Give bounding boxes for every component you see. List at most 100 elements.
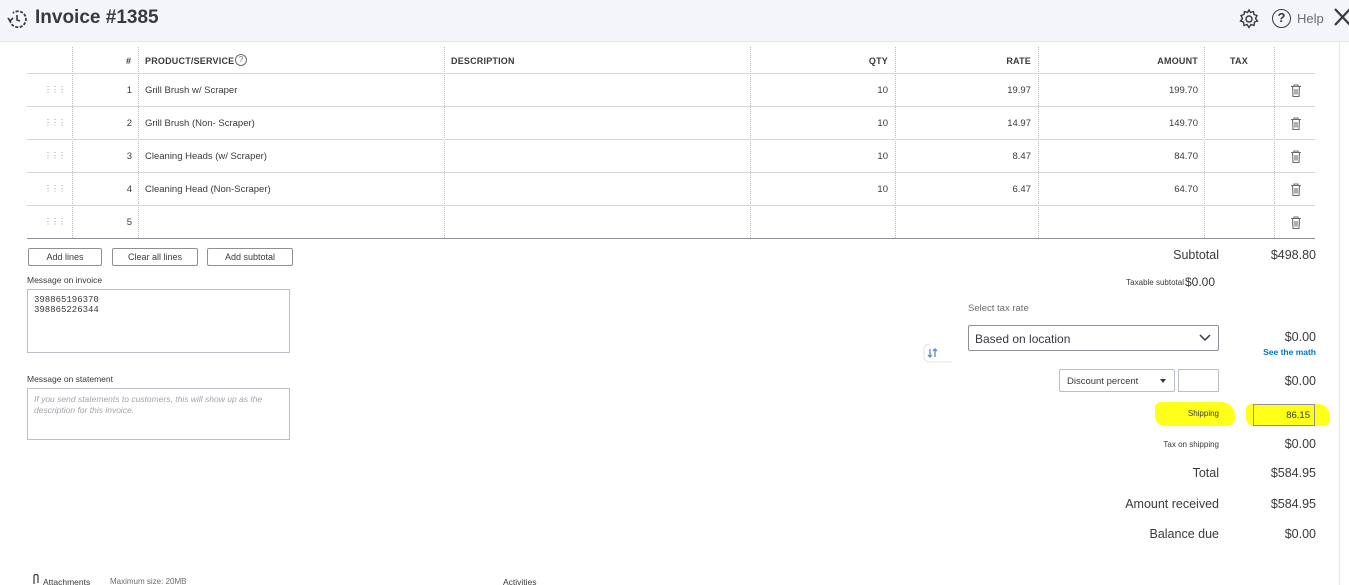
tax-rate-selected: Based on location xyxy=(975,332,1071,346)
help-link[interactable]: Help xyxy=(1297,11,1324,26)
tax-on-shipping-label: Tax on shipping xyxy=(1163,440,1219,449)
message-on-statement-placeholder: If you send statements to customers, thi… xyxy=(34,394,263,415)
discount-input[interactable] xyxy=(1178,369,1219,392)
product-cell[interactable]: Cleaning Head (Non-Scraper) xyxy=(145,184,271,195)
amount-received-value: $584.95 xyxy=(1270,497,1316,511)
max-size-label: Maximum size: 20MB xyxy=(110,577,187,585)
shipping-input-value: 86.15 xyxy=(1286,410,1310,421)
column-divider xyxy=(444,47,445,238)
rate-cell[interactable]: 6.47 xyxy=(970,184,1032,195)
qty-cell[interactable]: 10 xyxy=(850,85,888,96)
rate-cell[interactable]: 8.47 xyxy=(970,151,1032,162)
col-header-rate: RATE xyxy=(1006,56,1031,66)
column-divider xyxy=(895,47,896,238)
activities-label: Activities xyxy=(503,577,537,585)
subtotal-label: Subtotal xyxy=(1173,248,1219,262)
qty-cell[interactable]: 10 xyxy=(850,184,888,195)
select-tax-rate-label: Select tax rate xyxy=(968,303,1029,314)
taxable-subtotal-label: Taxable subtotal xyxy=(1126,278,1184,287)
col-header-num: # xyxy=(126,56,132,66)
discount-value: $0.00 xyxy=(1284,374,1316,388)
tax-value: $0.00 xyxy=(1284,330,1316,344)
tax-rate-select[interactable]: Based on location xyxy=(968,325,1219,351)
col-header-description: DESCRIPTION xyxy=(451,56,515,66)
message-on-invoice-label: Message on invoice xyxy=(27,275,103,285)
add-subtotal-button[interactable]: Add subtotal xyxy=(207,248,293,266)
trash-icon[interactable] xyxy=(1290,216,1302,229)
row-number: 5 xyxy=(126,217,132,228)
subtotal-value: $498.80 xyxy=(1270,248,1316,262)
invoice-header: Invoice #1385 ? Help xyxy=(0,0,1349,42)
tax-swap-icon[interactable] xyxy=(922,340,954,366)
row-number: 1 xyxy=(126,85,132,96)
column-divider xyxy=(750,47,751,238)
col-header-amount: AMOUNT xyxy=(1157,56,1198,66)
drag-handle-icon[interactable]: ⋮⋮⋮ xyxy=(44,119,66,127)
rate-cell[interactable]: 14.97 xyxy=(970,118,1031,129)
product-cell[interactable]: Grill Brush (Non- Scraper) xyxy=(145,118,255,129)
row-divider xyxy=(27,73,1315,74)
add-lines-button[interactable]: Add lines xyxy=(28,248,102,266)
row-number: 3 xyxy=(126,151,132,162)
qty-cell[interactable]: 10 xyxy=(850,118,888,129)
recent-transactions-icon[interactable] xyxy=(6,8,28,30)
scrollbar[interactable] xyxy=(1339,42,1349,585)
table-bottom-border xyxy=(27,238,1315,239)
column-divider xyxy=(1204,47,1205,238)
row-divider xyxy=(27,106,1315,107)
rate-cell[interactable]: 19.97 xyxy=(970,85,1031,96)
drag-handle-icon[interactable]: ⋮⋮⋮ xyxy=(44,185,66,193)
row-number: 4 xyxy=(126,184,132,195)
caret-down-icon xyxy=(1160,379,1166,383)
info-icon[interactable]: ? xyxy=(235,54,247,66)
discount-type-selected: Discount percent xyxy=(1067,376,1139,387)
help-icon[interactable]: ? xyxy=(1272,9,1291,28)
amount-cell[interactable]: 64.70 xyxy=(1120,184,1198,195)
gear-icon[interactable] xyxy=(1238,8,1260,30)
column-divider xyxy=(1038,47,1039,238)
balance-due-value: $0.00 xyxy=(1284,527,1316,541)
clear-all-lines-button[interactable]: Clear all lines xyxy=(112,248,198,266)
paperclip-icon xyxy=(33,574,39,584)
column-divider xyxy=(72,47,73,238)
total-label: Total xyxy=(1192,466,1219,480)
total-value: $584.95 xyxy=(1270,466,1316,480)
col-header-qty: QTY xyxy=(868,56,888,66)
qty-cell[interactable]: 10 xyxy=(850,151,888,162)
drag-handle-icon[interactable]: ⋮⋮⋮ xyxy=(44,152,66,160)
message-on-invoice-text: 398865196370 398865226344 xyxy=(34,295,99,315)
row-divider xyxy=(27,172,1315,173)
trash-icon[interactable] xyxy=(1290,150,1302,163)
attachments-label[interactable]: Attachments xyxy=(43,577,90,585)
column-divider xyxy=(1274,47,1275,238)
shipping-input[interactable]: 86.15 xyxy=(1253,404,1315,426)
message-on-statement-field[interactable]: If you send statements to customers, thi… xyxy=(27,388,290,440)
shipping-label: Shipping xyxy=(1187,409,1219,418)
close-icon[interactable] xyxy=(1332,6,1349,28)
column-divider xyxy=(138,47,139,238)
drag-handle-icon[interactable]: ⋮⋮⋮ xyxy=(44,218,66,226)
drag-handle-icon[interactable]: ⋮⋮⋮ xyxy=(44,86,66,94)
page-title: Invoice #1385 xyxy=(35,7,159,28)
product-cell[interactable]: Grill Brush w/ Scraper xyxy=(145,85,237,96)
col-header-product: PRODUCT/SERVICE xyxy=(145,56,235,66)
amount-received-label: Amount received xyxy=(1125,497,1219,511)
row-number: 2 xyxy=(126,118,132,129)
see-the-math-link[interactable]: See the math xyxy=(1230,347,1316,357)
balance-due-label: Balance due xyxy=(1149,527,1219,541)
amount-cell[interactable]: 84.70 xyxy=(1120,151,1198,162)
trash-icon[interactable] xyxy=(1290,183,1302,196)
product-cell[interactable]: Cleaning Heads (w/ Scraper) xyxy=(145,151,267,162)
trash-icon[interactable] xyxy=(1290,117,1302,130)
tax-on-shipping-value: $0.00 xyxy=(1284,437,1316,451)
message-on-invoice-field[interactable]: 398865196370 398865226344 xyxy=(27,289,290,353)
row-divider xyxy=(27,139,1315,140)
message-on-statement-label: Message on statement xyxy=(27,374,113,384)
amount-cell[interactable]: 199.70 xyxy=(1120,85,1198,96)
trash-icon[interactable] xyxy=(1290,84,1302,97)
amount-cell[interactable]: 149.70 xyxy=(1120,118,1198,129)
row-divider xyxy=(27,205,1315,206)
chevron-down-icon xyxy=(1199,334,1211,342)
discount-type-select[interactable]: Discount percent xyxy=(1059,369,1175,392)
col-header-tax: TAX xyxy=(1230,56,1248,66)
